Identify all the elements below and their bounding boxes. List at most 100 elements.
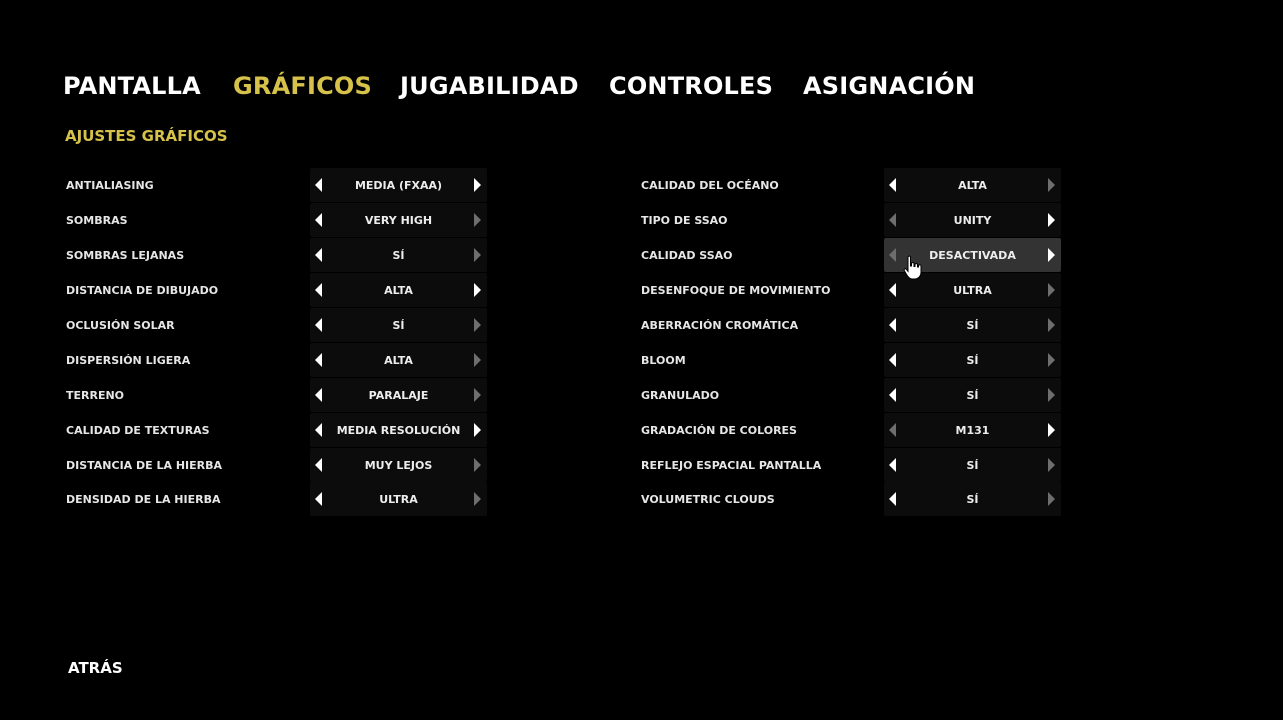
section-title: AJUSTES GRÁFICOS xyxy=(65,127,228,145)
arrow-right-icon[interactable] xyxy=(1048,458,1055,472)
arrow-right-icon[interactable] xyxy=(1048,248,1055,262)
setting-label-oclusion-solar: OCLUSIÓN SOLAR xyxy=(66,319,175,332)
setting-label-dispersion-ligera: DISPERSIÓN LIGERA xyxy=(66,354,191,367)
setting-value-sombras: VERY HIGH xyxy=(364,214,433,227)
arrow-right-icon[interactable] xyxy=(1048,283,1055,297)
tab-jugabilidad[interactable]: JUGABILIDAD xyxy=(400,72,579,100)
tab-pantalla[interactable]: PANTALLA xyxy=(63,72,201,100)
arrow-right-icon[interactable] xyxy=(474,492,481,506)
arrow-right-icon[interactable] xyxy=(474,248,481,262)
arrow-right-icon[interactable] xyxy=(474,283,481,297)
back-button[interactable]: ATRÁS xyxy=(68,659,123,677)
setting-row-bloom: BLOOM SÍ xyxy=(640,343,1140,377)
arrow-left-icon[interactable] xyxy=(315,283,322,297)
setting-label-densidad-de-la-hierba: DENSIDAD DE LA HIERBA xyxy=(66,493,221,506)
setting-value-antialiasing: MEDIA (FXAA) xyxy=(354,179,443,192)
setting-label-desenfoque-de-movimiento: DESENFOQUE DE MOVIMIENTO xyxy=(641,284,831,297)
tab-controles[interactable]: CONTROLES xyxy=(609,72,773,100)
setting-selector-distancia-de-la-hierba[interactable]: MUY LEJOS xyxy=(310,448,487,482)
setting-row-terreno: TERRENO PARALAJE xyxy=(65,378,565,412)
arrow-right-icon[interactable] xyxy=(1048,178,1055,192)
arrow-right-icon[interactable] xyxy=(474,353,481,367)
arrow-right-icon[interactable] xyxy=(474,318,481,332)
setting-selector-densidad-de-la-hierba[interactable]: ULTRA xyxy=(310,482,487,516)
tab-asignacion[interactable]: ASIGNACIÓN xyxy=(803,72,975,100)
setting-selector-terreno[interactable]: PARALAJE xyxy=(310,378,487,412)
arrow-right-icon[interactable] xyxy=(1048,492,1055,506)
arrow-left-icon[interactable] xyxy=(315,353,322,367)
arrow-left-icon[interactable] xyxy=(889,248,896,262)
setting-value-distancia-de-la-hierba: MUY LEJOS xyxy=(364,459,433,472)
setting-selector-aberracion-cromatica[interactable]: SÍ xyxy=(884,308,1061,342)
arrow-left-icon[interactable] xyxy=(315,423,322,437)
setting-selector-sombras-lejanas[interactable]: SÍ xyxy=(310,238,487,272)
setting-value-reflejo-espacial-pantalla: SÍ xyxy=(966,459,979,472)
setting-selector-distancia-de-dibujado[interactable]: ALTA xyxy=(310,273,487,307)
setting-value-gradacion-de-colores: M131 xyxy=(955,424,990,437)
arrow-right-icon[interactable] xyxy=(474,423,481,437)
setting-selector-antialiasing[interactable]: MEDIA (FXAA) xyxy=(310,168,487,202)
hand-pointer-icon xyxy=(903,255,922,280)
arrow-right-icon[interactable] xyxy=(1048,318,1055,332)
arrow-left-icon[interactable] xyxy=(889,213,896,227)
setting-label-granulado: GRANULADO xyxy=(641,389,720,402)
setting-value-distancia-de-dibujado: ALTA xyxy=(384,284,413,297)
setting-row-gradacion-de-colores: GRADACIÓN DE COLORES M131 xyxy=(640,413,1140,447)
setting-value-volumetric-clouds: SÍ xyxy=(966,493,979,506)
arrow-left-icon[interactable] xyxy=(315,458,322,472)
arrow-left-icon[interactable] xyxy=(889,353,896,367)
setting-row-granulado: GRANULADO SÍ xyxy=(640,378,1140,412)
setting-row-aberracion-cromatica: ABERRACIÓN CROMÁTICA SÍ xyxy=(640,308,1140,342)
setting-selector-sombras[interactable]: VERY HIGH xyxy=(310,203,487,237)
arrow-left-icon[interactable] xyxy=(315,318,322,332)
setting-row-sombras: SOMBRAS VERY HIGH xyxy=(65,203,565,237)
arrow-left-icon[interactable] xyxy=(315,213,322,227)
setting-label-distancia-de-la-hierba: DISTANCIA DE LA HIERBA xyxy=(66,459,223,472)
setting-selector-calidad-del-oceano[interactable]: ALTA xyxy=(884,168,1061,202)
setting-selector-reflejo-espacial-pantalla[interactable]: SÍ xyxy=(884,448,1061,482)
setting-label-tipo-de-ssao: TIPO DE SSAO xyxy=(641,214,728,227)
setting-label-aberracion-cromatica: ABERRACIÓN CROMÁTICA xyxy=(641,319,799,332)
setting-selector-dispersion-ligera[interactable]: ALTA xyxy=(310,343,487,377)
arrow-left-icon[interactable] xyxy=(889,283,896,297)
arrow-right-icon[interactable] xyxy=(1048,423,1055,437)
arrow-left-icon[interactable] xyxy=(889,492,896,506)
setting-label-terreno: TERRENO xyxy=(66,389,125,402)
arrow-left-icon[interactable] xyxy=(315,388,322,402)
setting-value-bloom: SÍ xyxy=(966,354,979,367)
arrow-left-icon[interactable] xyxy=(889,318,896,332)
setting-row-oclusion-solar: OCLUSIÓN SOLAR SÍ xyxy=(65,308,565,342)
setting-selector-granulado[interactable]: SÍ xyxy=(884,378,1061,412)
setting-selector-gradacion-de-colores[interactable]: M131 xyxy=(884,413,1061,447)
arrow-right-icon[interactable] xyxy=(1048,353,1055,367)
setting-row-densidad-de-la-hierba: DENSIDAD DE LA HIERBA ULTRA xyxy=(65,482,565,516)
setting-selector-bloom[interactable]: SÍ xyxy=(884,343,1061,377)
setting-selector-oclusion-solar[interactable]: SÍ xyxy=(310,308,487,342)
arrow-left-icon[interactable] xyxy=(315,248,322,262)
setting-row-distancia-de-la-hierba: DISTANCIA DE LA HIERBA MUY LEJOS xyxy=(65,448,565,482)
arrow-right-icon[interactable] xyxy=(1048,213,1055,227)
arrow-right-icon[interactable] xyxy=(474,213,481,227)
arrow-right-icon[interactable] xyxy=(474,178,481,192)
arrow-right-icon[interactable] xyxy=(474,458,481,472)
setting-row-calidad-ssao: CALIDAD SSAO DESACTIVADA xyxy=(640,238,1140,272)
arrow-left-icon[interactable] xyxy=(889,388,896,402)
arrow-left-icon[interactable] xyxy=(889,458,896,472)
setting-selector-volumetric-clouds[interactable]: SÍ xyxy=(884,482,1061,516)
setting-value-calidad-del-oceano: ALTA xyxy=(958,179,987,192)
arrow-left-icon[interactable] xyxy=(315,178,322,192)
setting-label-sombras: SOMBRAS xyxy=(66,214,128,227)
arrow-left-icon[interactable] xyxy=(889,423,896,437)
arrow-left-icon[interactable] xyxy=(889,178,896,192)
arrow-left-icon[interactable] xyxy=(315,492,322,506)
setting-selector-tipo-de-ssao[interactable]: UNITY xyxy=(884,203,1061,237)
setting-label-reflejo-espacial-pantalla: REFLEJO ESPACIAL PANTALLA xyxy=(641,459,822,472)
setting-row-dispersion-ligera: DISPERSIÓN LIGERA ALTA xyxy=(65,343,565,377)
arrow-right-icon[interactable] xyxy=(1048,388,1055,402)
arrow-right-icon[interactable] xyxy=(474,388,481,402)
setting-selector-calidad-de-texturas[interactable]: MEDIA RESOLUCIÓN xyxy=(310,413,487,447)
tab-graficos[interactable]: GRÁFICOS xyxy=(233,72,372,100)
setting-value-granulado: SÍ xyxy=(966,389,979,402)
setting-label-bloom: BLOOM xyxy=(641,354,686,367)
setting-row-tipo-de-ssao: TIPO DE SSAO UNITY xyxy=(640,203,1140,237)
